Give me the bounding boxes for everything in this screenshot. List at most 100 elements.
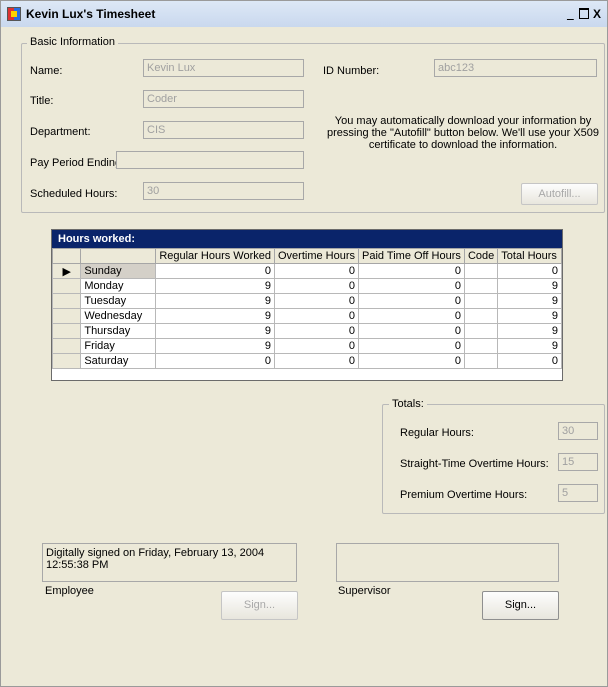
day-cell[interactable]: Wednesday	[80, 308, 157, 324]
total-hours-cell[interactable]: 0	[497, 353, 562, 369]
row-header[interactable]	[51, 323, 82, 339]
employee-signature-box: Digitally signed on Friday, February 13,…	[42, 543, 297, 582]
straight-ot-label: Straight-Time Overtime Hours:	[400, 458, 549, 470]
day-cell[interactable]: Thursday	[80, 323, 157, 339]
table-row[interactable]: Monday 9 0 0 9	[51, 278, 562, 294]
code-cell[interactable]	[463, 293, 499, 309]
overtime-hours-cell[interactable]: 0	[273, 278, 360, 294]
regular-hours-cell[interactable]: 0	[155, 263, 275, 279]
supervisor-signature-box	[336, 543, 559, 582]
regular-hours-cell[interactable]: 9	[155, 308, 275, 324]
table-row[interactable]: ▶ Sunday 0 0 0 0	[51, 263, 562, 279]
title-bar[interactable]: Kevin Lux's Timesheet _ X	[1, 1, 607, 27]
table-row[interactable]: Wednesday 9 0 0 9	[51, 308, 562, 324]
total-hours-cell[interactable]: 0	[497, 263, 562, 279]
premium-ot-label: Premium Overtime Hours:	[400, 489, 528, 501]
row-header[interactable]	[51, 353, 82, 369]
overtime-hours-cell[interactable]: 0	[273, 293, 360, 309]
code-cell[interactable]	[463, 338, 499, 354]
total-hours-cell[interactable]: 9	[497, 338, 562, 354]
row-header[interactable]	[51, 338, 82, 354]
row-header[interactable]	[51, 293, 82, 309]
col-header-code[interactable]: Code	[463, 248, 499, 264]
regular-hours-cell[interactable]: 9	[155, 338, 275, 354]
pto-hours-cell[interactable]: 0	[358, 263, 465, 279]
supervisor-sign-button[interactable]: Sign...	[482, 591, 559, 620]
current-row-marker-icon[interactable]: ▶	[51, 263, 82, 279]
total-hours-cell[interactable]: 9	[497, 278, 562, 294]
maximize-icon	[579, 8, 589, 19]
supervisor-label: Supervisor	[338, 585, 391, 597]
table-row[interactable]: Tuesday 9 0 0 9	[51, 293, 562, 309]
maximize-button[interactable]	[579, 8, 589, 21]
code-cell[interactable]	[463, 278, 499, 294]
regular-hours-cell[interactable]: 9	[155, 323, 275, 339]
department-field[interactable]: CIS	[143, 121, 304, 139]
overtime-hours-cell[interactable]: 0	[273, 323, 360, 339]
employee-label: Employee	[45, 585, 94, 597]
pto-hours-cell[interactable]: 0	[358, 293, 465, 309]
id-number-label: ID Number:	[323, 65, 380, 77]
col-header-day[interactable]	[80, 248, 157, 264]
title-field[interactable]: Coder	[143, 90, 304, 108]
straight-ot-total-field[interactable]: 15	[558, 453, 598, 471]
overtime-hours-cell[interactable]: 0	[273, 353, 360, 369]
department-label: Department:	[30, 126, 91, 138]
totals-label: Totals:	[389, 398, 427, 410]
autofill-button[interactable]: Autofill...	[521, 183, 598, 205]
code-cell[interactable]	[463, 353, 499, 369]
total-hours-cell[interactable]: 9	[497, 293, 562, 309]
regular-hours-cell[interactable]: 0	[155, 353, 275, 369]
overtime-hours-cell[interactable]: 0	[273, 308, 360, 324]
day-cell[interactable]: Tuesday	[80, 293, 157, 309]
overtime-hours-cell[interactable]: 0	[273, 338, 360, 354]
timesheet-window: Kevin Lux's Timesheet _ X Basic Informat…	[0, 0, 608, 687]
hours-grid-caption: Hours worked:	[52, 230, 562, 248]
regular-hours-cell[interactable]: 9	[155, 293, 275, 309]
overtime-hours-cell[interactable]: 0	[273, 263, 360, 279]
pto-hours-cell[interactable]: 0	[358, 323, 465, 339]
code-cell[interactable]	[463, 263, 499, 279]
id-number-field[interactable]: abc123	[434, 59, 597, 77]
row-header[interactable]	[51, 308, 82, 324]
title-label: Title:	[30, 95, 54, 107]
day-cell[interactable]: Sunday	[80, 263, 157, 279]
col-header-overtime[interactable]: Overtime Hours	[273, 248, 360, 264]
premium-ot-total-field[interactable]: 5	[558, 484, 598, 502]
table-row[interactable]: Friday 9 0 0 9	[51, 338, 562, 354]
minimize-button[interactable]: _	[567, 8, 574, 20]
pto-hours-cell[interactable]: 0	[358, 338, 465, 354]
row-header[interactable]	[51, 278, 82, 294]
basic-information-label: Basic Information	[27, 36, 118, 48]
name-label: Name:	[30, 65, 63, 77]
table-row[interactable]: Saturday 0 0 0 0	[51, 353, 562, 369]
col-header-pto[interactable]: Paid Time Off Hours	[358, 248, 465, 264]
table-row[interactable]: Thursday 9 0 0 9	[51, 323, 562, 339]
close-button[interactable]: X	[593, 8, 601, 20]
pto-hours-cell[interactable]: 0	[358, 278, 465, 294]
day-cell[interactable]: Saturday	[80, 353, 157, 369]
regular-hours-label: Regular Hours:	[400, 427, 474, 439]
col-header-total[interactable]: Total Hours	[497, 248, 562, 264]
pay-period-field[interactable]	[116, 151, 304, 169]
scheduled-hours-field[interactable]: 30	[143, 182, 304, 200]
day-cell[interactable]: Monday	[80, 278, 157, 294]
app-icon	[7, 7, 21, 21]
total-hours-cell[interactable]: 9	[497, 308, 562, 324]
employee-sign-button[interactable]: Sign...	[221, 591, 298, 620]
hours-grid[interactable]: Hours worked: Regular Hours Worked Overt…	[51, 229, 563, 381]
col-header-regular[interactable]: Regular Hours Worked	[155, 248, 275, 264]
regular-hours-cell[interactable]: 9	[155, 278, 275, 294]
hours-table: Regular Hours Worked Overtime Hours Paid…	[51, 248, 562, 369]
window-title: Kevin Lux's Timesheet	[26, 7, 156, 21]
code-cell[interactable]	[463, 323, 499, 339]
total-hours-cell[interactable]: 9	[497, 323, 562, 339]
code-cell[interactable]	[463, 308, 499, 324]
pto-hours-cell[interactable]: 0	[358, 353, 465, 369]
regular-hours-total-field[interactable]: 30	[558, 422, 598, 440]
autofill-note: You may automatically download your info…	[326, 115, 600, 151]
pto-hours-cell[interactable]: 0	[358, 308, 465, 324]
name-field[interactable]: Kevin Lux	[143, 59, 304, 77]
day-cell[interactable]: Friday	[80, 338, 157, 354]
row-header-corner	[51, 248, 82, 264]
